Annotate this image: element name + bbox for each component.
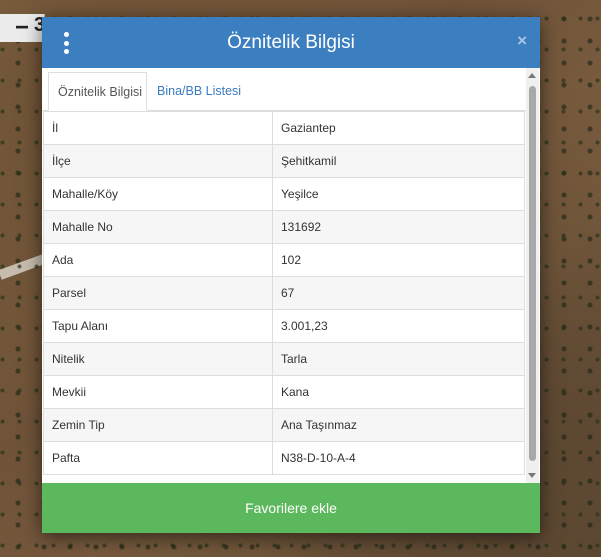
attribute-key: İlçe	[43, 144, 273, 178]
table-row: Mahalle No 131692	[43, 210, 525, 244]
dialog-title: Öznitelik Bilgisi	[227, 31, 355, 53]
attribute-key: Mevkii	[43, 375, 273, 409]
table-row: Tapu Alanı 3.001,23	[43, 309, 525, 343]
dialog-header: Öznitelik Bilgisi ×	[42, 17, 540, 68]
attribute-key: Pafta	[43, 441, 273, 475]
tab-attribute-info[interactable]: Öznitelik Bilgisi	[48, 72, 147, 111]
attribute-value: Kana	[272, 375, 525, 409]
attribute-info-dialog: Öznitelik Bilgisi × Öznitelik Bilgisi Bi…	[42, 17, 540, 533]
attribute-key: Tapu Alanı	[43, 309, 273, 343]
close-icon[interactable]: ×	[517, 31, 527, 51]
attribute-key: Zemin Tip	[43, 408, 273, 442]
scroll-content: Öznitelik Bilgisi Bina/BB Listesi İl Gazi…	[42, 68, 526, 483]
scrollbar-thumb[interactable]	[529, 86, 536, 461]
attribute-value: N38-D-10-A-4	[272, 441, 525, 475]
attribute-key: Ada	[43, 243, 273, 277]
scroll-up-arrow-icon[interactable]	[528, 73, 536, 78]
attribute-value: Ana Taşınmaz	[272, 408, 525, 442]
add-to-favorites-button[interactable]: Favorilere ekle	[42, 483, 540, 533]
attribute-value: Şehitkamil	[272, 144, 525, 178]
attribute-value: 102	[272, 243, 525, 277]
attribute-value: 3.001,23	[272, 309, 525, 343]
map-zoom-control[interactable]: − 3	[0, 14, 45, 42]
table-row: Nitelik Tarla	[43, 342, 525, 376]
vertical-scrollbar[interactable]	[526, 68, 539, 483]
table-row: Mevkii Kana	[43, 375, 525, 409]
attribute-value: 67	[272, 276, 525, 310]
table-row: İl Gaziantep	[43, 111, 525, 145]
attribute-key: İl	[43, 111, 273, 145]
scroll-down-arrow-icon[interactable]	[528, 473, 536, 478]
attribute-table: İl Gaziantep İlçe Şehitkamil Mahalle/Köy Yeşi…	[43, 111, 525, 475]
table-row: Mahalle/Köy Yeşilce	[43, 177, 525, 211]
attribute-key: Nitelik	[43, 342, 273, 376]
zoom-out-button[interactable]: −	[15, 14, 29, 42]
attribute-value: 131692	[272, 210, 525, 244]
table-row: Ada 102	[43, 243, 525, 277]
attribute-key: Mahalle No	[43, 210, 273, 244]
table-row: Pafta N38-D-10-A-4	[43, 441, 525, 475]
tab-bar: Öznitelik Bilgisi Bina/BB Listesi	[42, 68, 526, 111]
dialog-body: Öznitelik Bilgisi Bina/BB Listesi İl Gazi…	[42, 68, 540, 483]
table-row: İlçe Şehitkamil	[43, 144, 525, 178]
table-row: Parsel 67	[43, 276, 525, 310]
attribute-value: Yeşilce	[272, 177, 525, 211]
tab-building-list[interactable]: Bina/BB Listesi	[157, 72, 241, 110]
attribute-value: Gaziantep	[272, 111, 525, 145]
vertical-dots-icon[interactable]	[62, 32, 70, 54]
attribute-key: Parsel	[43, 276, 273, 310]
attribute-key: Mahalle/Köy	[43, 177, 273, 211]
attribute-value: Tarla	[272, 342, 525, 376]
table-row: Zemin Tip Ana Taşınmaz	[43, 408, 525, 442]
